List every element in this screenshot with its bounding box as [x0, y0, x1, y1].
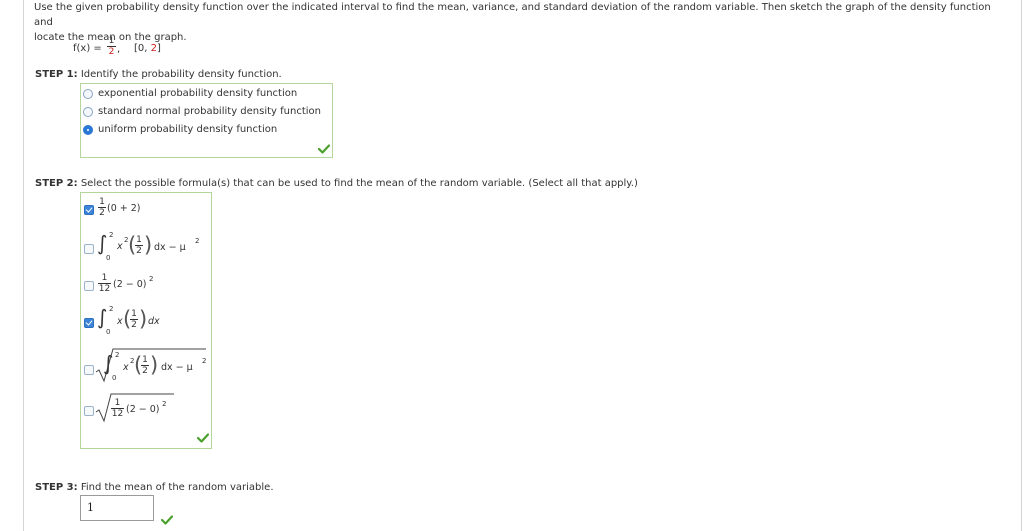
checkbox-integral-x2-minus-mu2[interactable]	[84, 244, 94, 254]
function-lhs: f(x) =	[73, 43, 102, 54]
fraction-numerator: 1	[131, 309, 137, 319]
function-comma: ,	[117, 44, 121, 55]
instructions-line-2: locate the mean on the graph.	[34, 32, 187, 43]
instructions: Use the given probability density functi…	[34, 0, 1009, 45]
mu-exponent: 2	[202, 357, 207, 365]
mean-answer-input[interactable]: 1	[80, 495, 154, 521]
checkbox-integral-x-half[interactable]	[84, 318, 94, 328]
half-fraction: 1 2	[98, 197, 106, 218]
x-term: x	[117, 316, 123, 327]
interval-open: [0,	[134, 43, 148, 54]
integral-sign: ∫	[97, 231, 108, 255]
function-numerator: 1	[108, 36, 115, 46]
fraction-numerator: 1	[114, 398, 121, 408]
step2-options-box: 1 2 (0 + 2) ∫ 2 0 x 2 ( 1 2 ) dx − μ 2 1…	[80, 192, 212, 449]
diff-exponent: 2	[162, 400, 167, 408]
twelfth-fraction: 1 12	[111, 398, 124, 419]
fraction-denominator: 12	[111, 409, 124, 419]
dx: dx	[148, 316, 160, 327]
correct-check-icon	[318, 144, 330, 154]
radio-exponential[interactable]	[83, 89, 93, 99]
checkbox-sqrt-integral[interactable]	[84, 365, 94, 375]
diff-expression: (2 − 0)	[113, 279, 147, 290]
diff-exponent: 2	[149, 275, 154, 283]
integral-upper: 2	[115, 351, 120, 359]
fraction-numerator: 1	[136, 235, 142, 245]
step1-heading: STEP 1: Identify the probability density…	[35, 69, 282, 80]
fraction-numerator: 1	[101, 273, 108, 283]
function-denominator: 2	[108, 47, 115, 57]
step2-label: STEP 2:	[35, 178, 78, 189]
integral-lower: 0	[106, 328, 111, 336]
option-uniform-label: uniform probability density function	[98, 124, 278, 135]
integral-upper: 2	[109, 305, 114, 313]
twelfth-fraction: 1 12	[98, 273, 111, 294]
integral-upper: 2	[109, 231, 114, 239]
sum-expression: (0 + 2)	[107, 203, 141, 214]
fraction-numerator: 1	[99, 197, 105, 207]
function-interval: [0, 2]	[134, 43, 161, 54]
checkbox-half-sum[interactable]	[84, 205, 94, 215]
fraction-numerator: 1	[142, 355, 148, 365]
fraction-denominator: 12	[98, 284, 111, 294]
integral-lower: 0	[112, 374, 117, 382]
integral-sign: ∫	[97, 305, 108, 329]
integral-lower: 0	[106, 254, 111, 262]
paren-close: )	[139, 307, 148, 331]
fraction-denominator: 2	[136, 246, 142, 256]
step2-heading: STEP 2: Select the possible formula(s) t…	[35, 178, 638, 189]
step3-heading: STEP 3: Find the mean of the random vari…	[35, 482, 274, 493]
dx-minus-mu: dx − μ	[154, 242, 186, 253]
x-term: x	[123, 362, 129, 373]
interval-close: ]	[157, 43, 161, 54]
step1-label: STEP 1:	[35, 69, 78, 80]
fraction-denominator: 2	[99, 208, 105, 218]
step3-prompt: Find the mean of the random variable.	[80, 482, 274, 493]
correct-check-icon	[197, 433, 209, 443]
function-fraction: 1 2	[107, 36, 116, 57]
option-standard-normal-label: standard normal probability density func…	[98, 106, 321, 117]
diff-expression: (2 − 0)	[126, 404, 160, 415]
dx-minus-mu: dx − μ	[161, 362, 193, 373]
fraction-denominator: 2	[131, 320, 137, 330]
checkbox-sqrt-one-twelfth[interactable]	[84, 406, 94, 416]
half-fraction: 1 2	[141, 355, 149, 376]
step3-label: STEP 3:	[35, 482, 78, 493]
step1-options-box: exponential probability density function…	[80, 83, 333, 158]
instructions-line-1: Use the given probability density functi…	[34, 2, 991, 28]
x-term: x	[117, 241, 123, 252]
radio-standard-normal[interactable]	[83, 107, 93, 117]
checkbox-one-twelfth-diff-squared[interactable]	[84, 281, 94, 291]
step1-prompt: Identify the probability density functio…	[80, 69, 282, 80]
paren-close: )	[144, 233, 153, 257]
step2-prompt: Select the possible formula(s) that can …	[80, 178, 638, 189]
half-fraction: 1 2	[135, 235, 143, 256]
half-fraction: 1 2	[130, 309, 138, 330]
radio-uniform[interactable]	[83, 125, 93, 135]
correct-check-icon	[161, 515, 173, 525]
fraction-denominator: 2	[142, 366, 148, 376]
paren-close: )	[150, 353, 159, 377]
integral-sign: ∫	[103, 351, 114, 375]
option-exponential-label: exponential probability density function	[98, 88, 298, 99]
mu-exponent: 2	[195, 237, 200, 245]
